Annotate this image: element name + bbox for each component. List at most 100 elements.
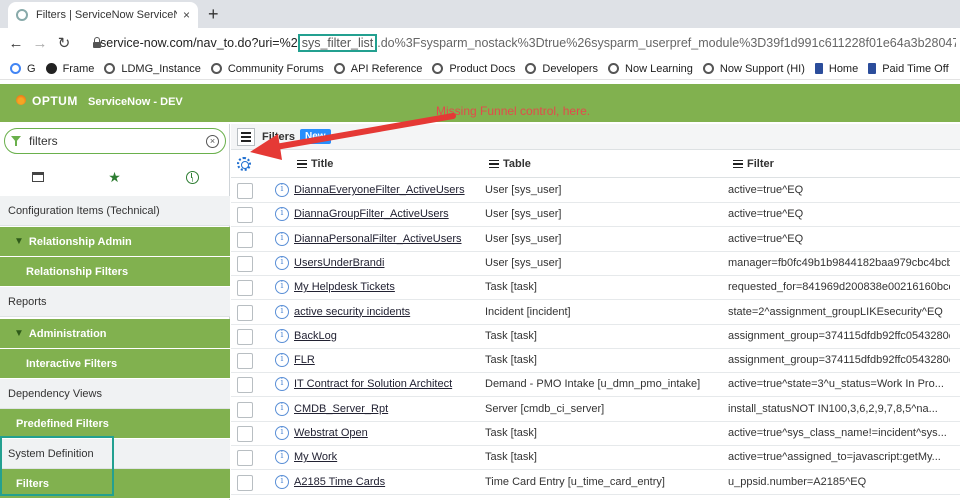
row-checkbox[interactable] bbox=[237, 183, 253, 199]
row-title-link[interactable]: My Work bbox=[294, 451, 337, 463]
info-icon[interactable]: i bbox=[275, 304, 289, 319]
nav-module-predefined-filters[interactable]: Predefined Filters bbox=[0, 409, 230, 439]
bookmark-item[interactable]: LDMG_Instance bbox=[104, 63, 201, 75]
info-icon[interactable]: i bbox=[275, 401, 289, 416]
row-filter: active=true^assigned_to=javascript:getMy… bbox=[728, 451, 941, 464]
browser-tab[interactable]: Filters | ServiceNow ServiceNow × bbox=[8, 2, 198, 28]
row-checkbox[interactable] bbox=[237, 401, 253, 418]
google-icon bbox=[10, 63, 21, 74]
bookmark-item[interactable]: Developers bbox=[525, 63, 598, 75]
bookmark-item[interactable]: G bbox=[10, 63, 36, 75]
info-icon[interactable]: i bbox=[275, 183, 289, 197]
row-checkbox[interactable] bbox=[237, 231, 253, 248]
bookmark-item[interactable]: Home bbox=[814, 63, 858, 75]
tab-title: Filters | ServiceNow ServiceNow bbox=[36, 9, 177, 21]
nav-section-dependency-views[interactable]: Dependency Views bbox=[0, 379, 230, 409]
servicenow-icon bbox=[432, 63, 444, 74]
row-title-link[interactable]: CMDB_Server_Rpt bbox=[294, 403, 388, 415]
row-checkbox[interactable] bbox=[237, 280, 253, 297]
row-title-link[interactable]: Webstrat Open bbox=[294, 427, 368, 439]
row-title-link[interactable]: DiannaEveryoneFilter_ActiveUsers bbox=[294, 184, 465, 196]
reload-icon[interactable]: ↻ bbox=[52, 34, 76, 52]
bookmark-item[interactable]: Community Forums bbox=[210, 63, 324, 75]
nav-group-relationship-admin[interactable]: ▼ Relationship Admin bbox=[0, 227, 230, 257]
row-title-link[interactable]: DiannaGroupFilter_ActiveUsers bbox=[294, 208, 449, 220]
nav-module-relationship-filters[interactable]: Relationship Filters bbox=[0, 257, 230, 287]
info-icon[interactable]: i bbox=[275, 450, 289, 465]
info-icon[interactable]: i bbox=[275, 231, 289, 246]
gear-icon[interactable] bbox=[237, 157, 251, 171]
row-title-link[interactable]: active security incidents bbox=[294, 306, 410, 318]
column-menu-icon[interactable] bbox=[489, 159, 499, 169]
url-field[interactable]: service-now.com/nav_to.do?uri=%2 sys_fil… bbox=[92, 32, 956, 54]
row-checkbox[interactable] bbox=[237, 207, 253, 224]
back-arrow-icon[interactable]: ← bbox=[4, 35, 28, 52]
history-clock-icon[interactable] bbox=[185, 170, 199, 184]
info-icon[interactable]: i bbox=[275, 328, 289, 343]
forward-arrow-icon[interactable]: → bbox=[28, 35, 52, 52]
row-filter: active=true^EQ bbox=[728, 232, 804, 245]
column-menu-icon[interactable] bbox=[733, 159, 743, 169]
table-row: i A2185 Time Cards Time Card Entry [u_time… bbox=[231, 471, 960, 495]
info-icon[interactable]: i bbox=[275, 207, 289, 222]
nav-section-reports[interactable]: Reports bbox=[0, 287, 230, 317]
row-checkbox[interactable] bbox=[237, 255, 253, 272]
row-checkbox[interactable] bbox=[237, 304, 253, 321]
row-title-link[interactable]: IT Contract for Solution Architect bbox=[294, 378, 452, 390]
bookmark-item[interactable]: API Reference bbox=[333, 63, 422, 75]
row-filter: manager=fb0fc49b1b9844182baa979cbc4bcb5e… bbox=[728, 256, 950, 269]
row-checkbox[interactable] bbox=[237, 377, 253, 394]
tab-close-icon[interactable]: × bbox=[183, 8, 190, 22]
column-header-filter[interactable]: Filter bbox=[733, 158, 774, 170]
expanded-triangle-icon: ▼ bbox=[14, 328, 24, 339]
bookmark-item[interactable]: Now Learning bbox=[608, 63, 693, 75]
bookmark-item[interactable]: Frame bbox=[45, 63, 94, 75]
row-title-link[interactable]: FLR bbox=[294, 354, 315, 366]
bookmarks-bar: G Frame LDMG_Instance Community Forums A… bbox=[0, 58, 960, 80]
all-applications-icon[interactable] bbox=[31, 172, 44, 182]
new-tab-button[interactable]: + bbox=[208, 4, 219, 25]
nav-group-administration[interactable]: ▼ Administration bbox=[0, 319, 230, 349]
table-row: i BackLog Task [task] assignment_group=3741… bbox=[231, 325, 960, 349]
table-row: i UsersUnderBrandi User [sys_user] manager=… bbox=[231, 252, 960, 276]
nav-module-interactive-filters[interactable]: Interactive Filters bbox=[0, 349, 230, 379]
favorites-star-icon[interactable]: ★ bbox=[107, 169, 123, 185]
row-title-link[interactable]: My Helpdesk Tickets bbox=[294, 281, 395, 293]
info-icon[interactable]: i bbox=[275, 353, 289, 368]
new-button[interactable]: New bbox=[300, 129, 331, 144]
info-icon[interactable]: i bbox=[275, 280, 289, 295]
url-highlight: sys_filter_list bbox=[297, 34, 378, 52]
row-title-link[interactable]: A2185 Time Cards bbox=[294, 476, 385, 488]
bookmark-item[interactable]: Now Support (HI) bbox=[702, 63, 805, 75]
navigator-filter[interactable]: × bbox=[4, 128, 226, 154]
row-filter: assignment_group=374115dfdb92ffc0543280c… bbox=[728, 329, 950, 342]
row-checkbox[interactable] bbox=[237, 474, 253, 491]
row-checkbox[interactable] bbox=[237, 353, 253, 370]
row-title-link[interactable]: UsersUnderBrandi bbox=[294, 257, 384, 269]
globe-icon bbox=[45, 63, 57, 74]
nav-section-configuration-items[interactable]: Configuration Items (Technical) bbox=[0, 196, 230, 226]
column-header-title[interactable]: Title bbox=[297, 158, 333, 170]
row-checkbox[interactable] bbox=[237, 328, 253, 345]
row-title-link[interactable]: DiannaPersonalFilter_ActiveUsers bbox=[294, 233, 462, 245]
column-header-table[interactable]: Table bbox=[489, 158, 531, 170]
info-icon[interactable]: i bbox=[275, 474, 289, 489]
info-icon[interactable]: i bbox=[275, 377, 289, 392]
column-headers: Title Table Filter bbox=[231, 150, 960, 178]
info-icon[interactable]: i bbox=[275, 255, 289, 270]
info-icon[interactable]: i bbox=[275, 426, 289, 440]
funnel-icon bbox=[11, 136, 21, 146]
bookmark-item[interactable]: Product Docs bbox=[432, 63, 515, 75]
row-checkbox[interactable] bbox=[237, 450, 253, 467]
column-menu-icon[interactable] bbox=[297, 159, 307, 169]
bookmark-item[interactable]: Paid Time Off bbox=[868, 63, 949, 75]
navigator-filter-input[interactable] bbox=[29, 134, 206, 148]
row-checkbox[interactable] bbox=[237, 426, 253, 442]
clear-icon[interactable]: × bbox=[206, 134, 219, 148]
row-title-link[interactable]: BackLog bbox=[294, 330, 337, 342]
row-filter: state=2^assignment_groupLIKEsecurity^EQ bbox=[728, 305, 943, 318]
row-table: Server [cmdb_ci_server] bbox=[485, 402, 605, 415]
list-menu-button[interactable] bbox=[237, 127, 255, 146]
optum-logo[interactable]: OPTUM bbox=[14, 94, 78, 108]
url-domain: service-now.com/nav_to.do?uri=%2 bbox=[100, 36, 298, 50]
